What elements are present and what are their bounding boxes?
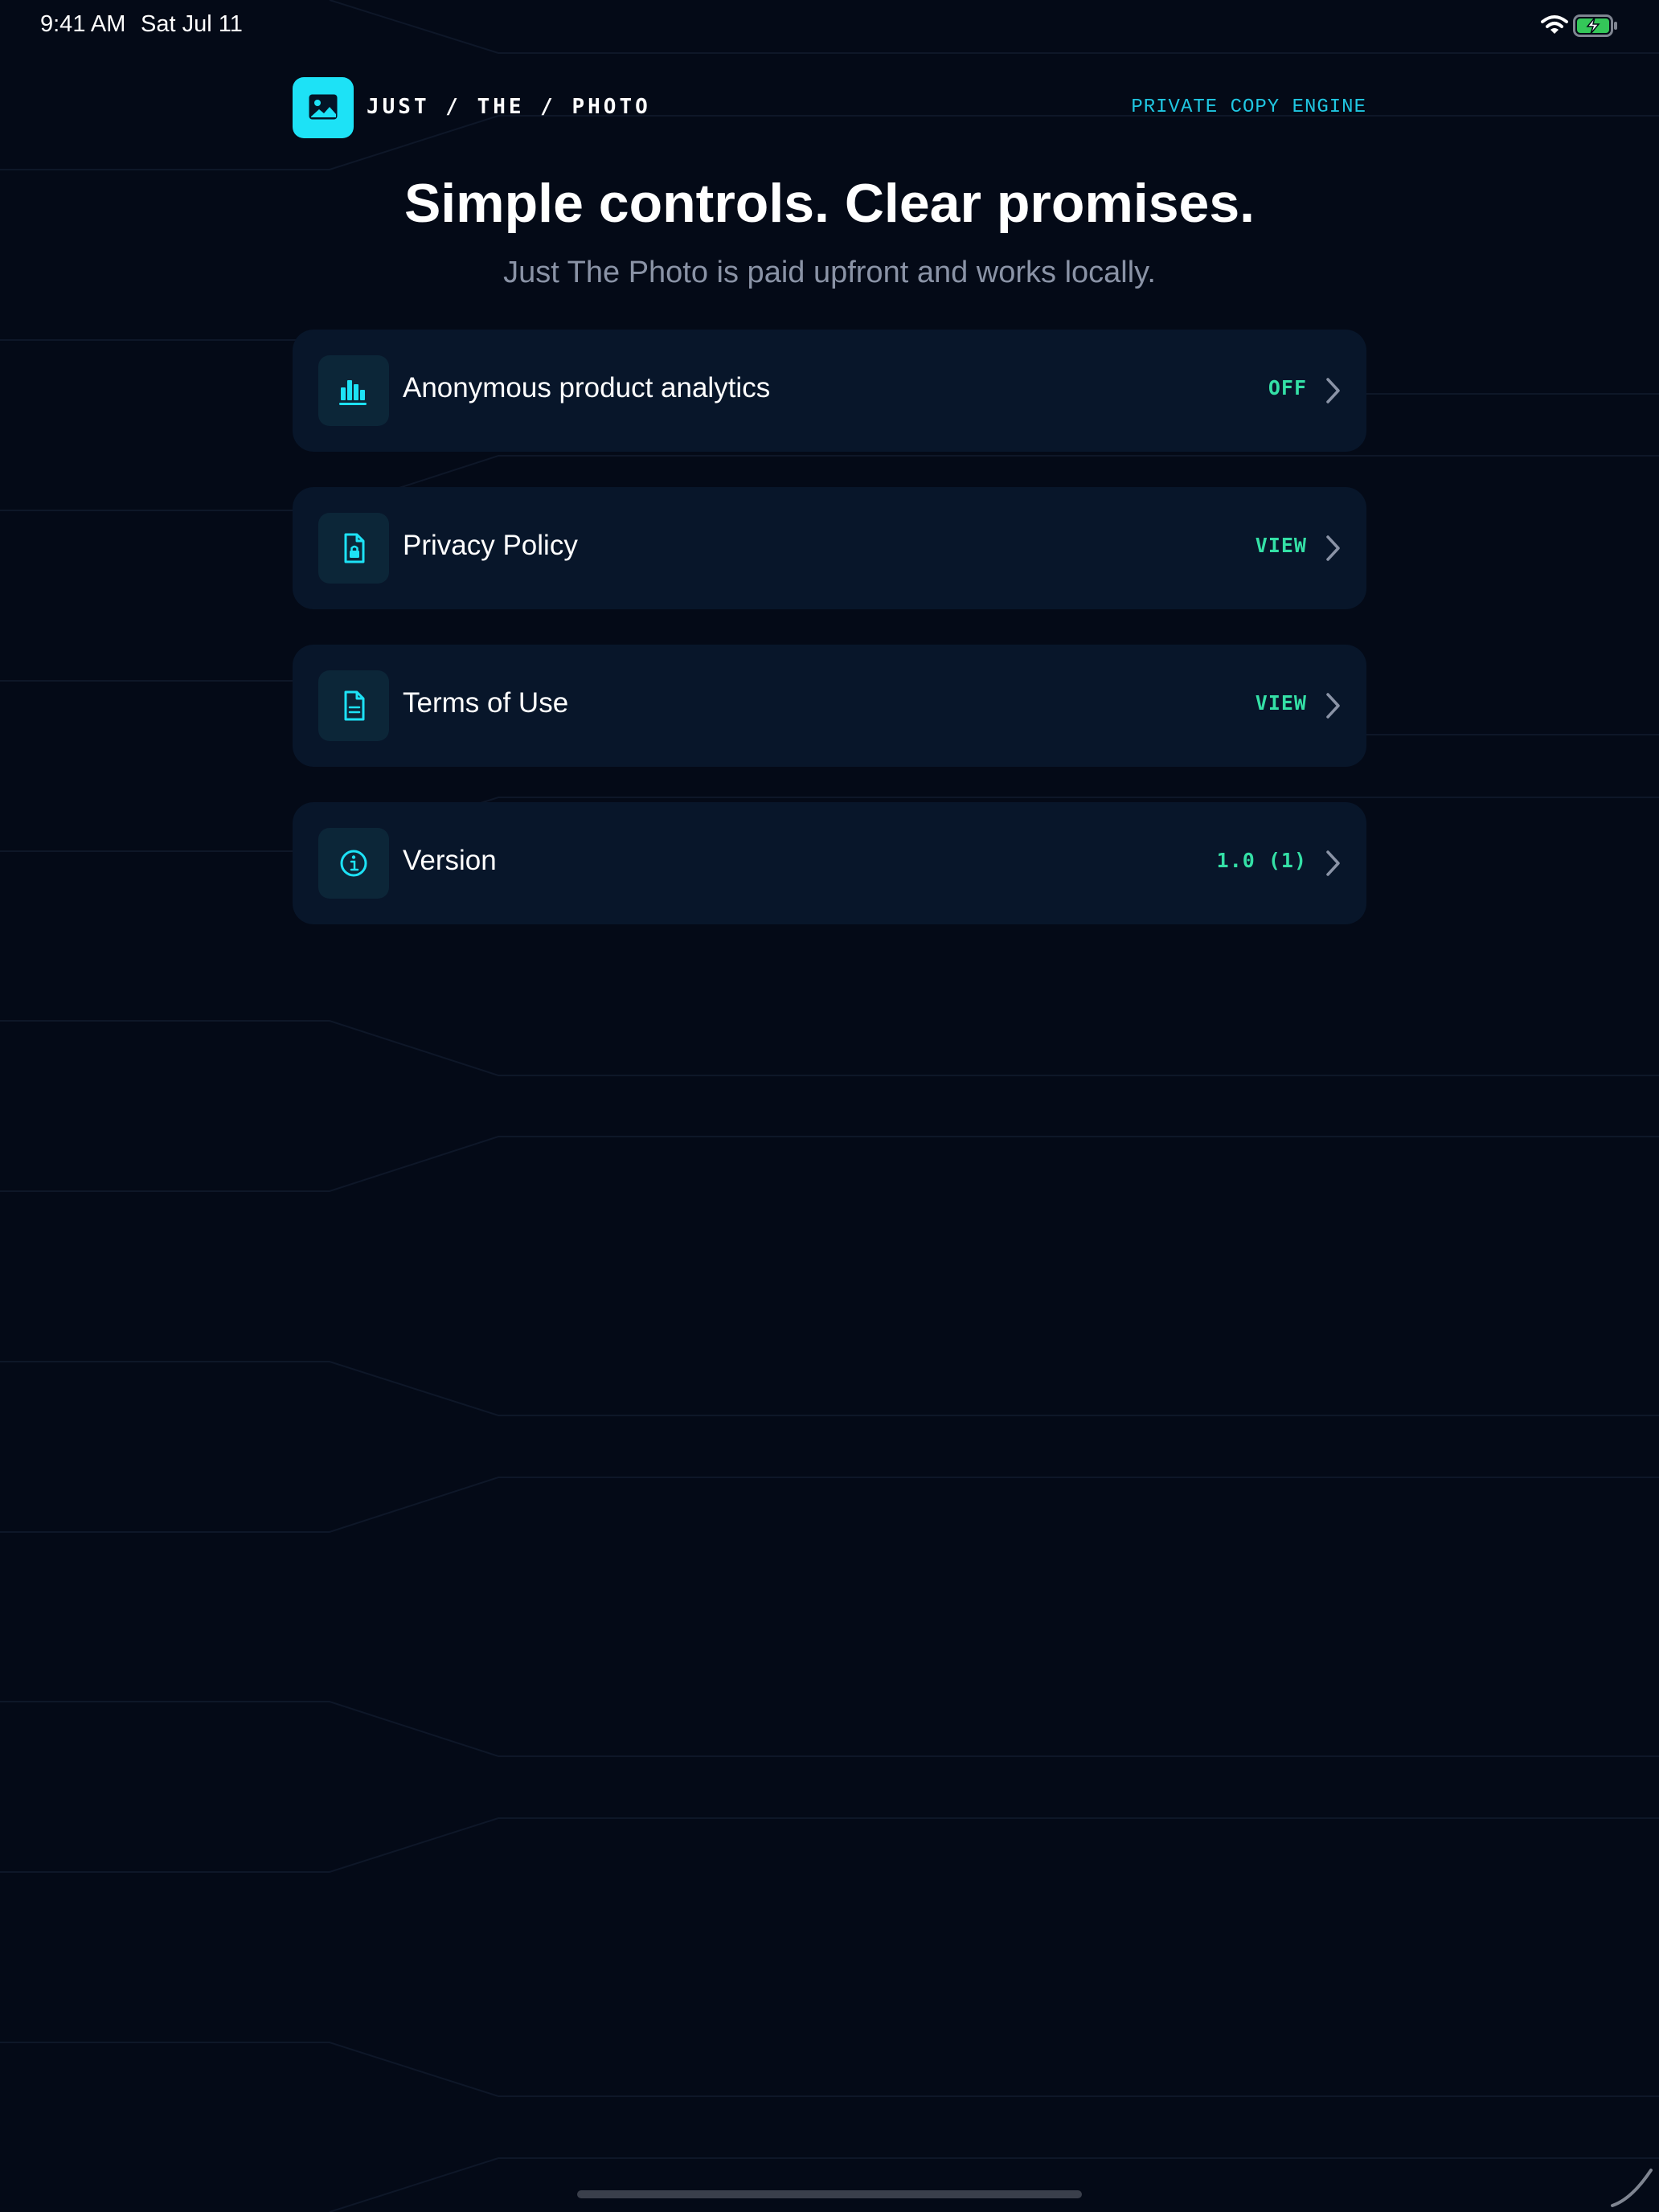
brand-name: JUST / THE / PHOTO	[367, 95, 651, 119]
terms-of-use-row[interactable]: Terms of Use VIEW	[293, 645, 1366, 767]
wifi-icon	[1541, 15, 1568, 34]
terms-of-use-action: VIEW	[1255, 691, 1307, 715]
privacy-policy-label: Privacy Policy	[403, 530, 578, 561]
corner-gesture-icon	[1611, 2169, 1653, 2207]
home-indicator[interactable]	[577, 2190, 1082, 2198]
privacy-policy-action: VIEW	[1255, 534, 1307, 557]
version-row[interactable]: Version 1.0 (1)	[293, 802, 1366, 924]
lock-document-icon	[344, 533, 365, 563]
page-subtitle: Just The Photo is paid upfront and works…	[503, 256, 1156, 289]
status-bar: 9:41 AM Sat Jul 11	[0, 0, 1659, 51]
analytics-label: Anonymous product analytics	[403, 372, 771, 403]
chevron-right-icon	[1326, 378, 1340, 403]
photo-icon	[309, 94, 338, 120]
chevron-right-icon	[1326, 693, 1340, 719]
version-label: Version	[403, 845, 497, 876]
brand-tagline: PRIVATE COPY ENGINE	[1131, 96, 1366, 118]
chevron-right-icon	[1326, 535, 1340, 561]
app-header: JUST / THE / PHOTO PRIVATE COPY ENGINE	[293, 77, 1366, 138]
analytics-setting-row[interactable]: Anonymous product analytics OFF	[293, 330, 1366, 452]
status-time: 9:41 AM	[40, 11, 126, 37]
battery-charging-icon	[1573, 14, 1617, 37]
page-title: Simple controls. Clear promises.	[403, 173, 1256, 234]
app-logo	[293, 77, 354, 138]
card-icon-tile	[318, 670, 389, 741]
card-icon-tile	[318, 828, 389, 899]
info-icon	[340, 850, 367, 877]
card-icon-tile	[318, 355, 389, 426]
document-icon	[344, 690, 365, 721]
chevron-right-icon	[1326, 850, 1340, 876]
privacy-policy-row[interactable]: Privacy Policy VIEW	[293, 487, 1366, 609]
analytics-status-value: OFF	[1268, 376, 1307, 399]
bar-chart-icon	[339, 380, 367, 405]
terms-of-use-label: Terms of Use	[403, 687, 569, 719]
status-date: Sat Jul 11	[141, 11, 243, 37]
card-icon-tile	[318, 513, 389, 584]
version-number: 1.0 (1)	[1216, 849, 1307, 872]
